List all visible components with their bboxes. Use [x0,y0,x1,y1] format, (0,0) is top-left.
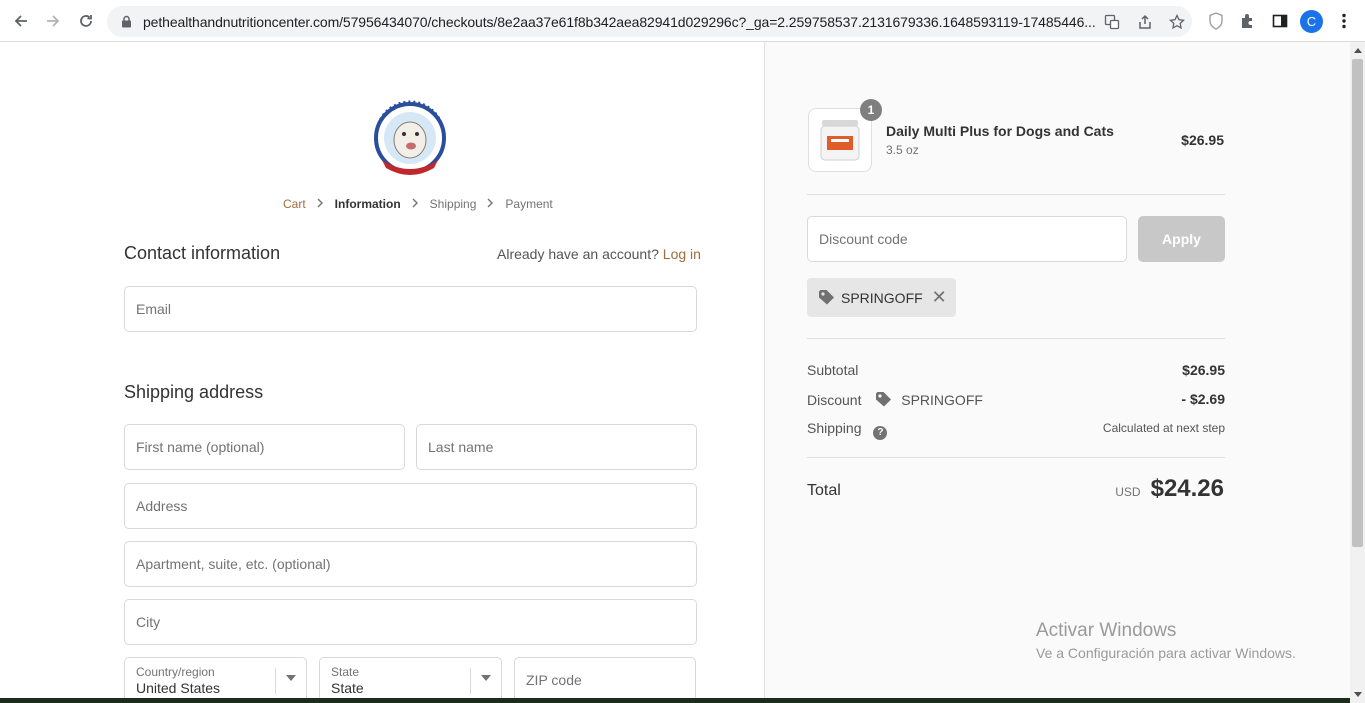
apartment-field[interactable]: Apartment, suite, etc. (optional) [124,541,697,587]
product-name: Daily Multi Plus for Dogs and Cats [886,123,1114,139]
discount-value: - $2.69 [1181,391,1225,407]
breadcrumb-cart[interactable]: Cart [283,197,306,211]
discount-code-placeholder: Discount code [819,231,908,247]
address-bar[interactable]: pethealthandnutritioncenter.com/57956434… [107,6,1192,37]
zip-code-field[interactable]: ZIP code [514,657,696,703]
total-amount: USD $24.26 [1115,475,1224,503]
city-field[interactable]: City [124,599,697,645]
forward-arrow-icon[interactable] [41,9,65,33]
applied-discount-tag: SPRINGOFF ✕ [807,278,956,317]
discount-code-input[interactable]: Discount code [807,216,1127,262]
state-select[interactable]: State State [319,657,502,703]
tag-icon [875,391,892,411]
apartment-placeholder: Apartment, suite, etc. (optional) [136,556,331,572]
scroll-up-arrow-icon[interactable] [1354,48,1362,53]
shipping-row: Shipping ? Calculated at next step [807,420,1225,440]
shipping-label: Shipping [807,420,862,436]
shield-extension-icon[interactable] [1205,10,1227,32]
subtotal-label: Subtotal [807,362,859,378]
chevron-right-icon [317,198,324,211]
city-placeholder: City [136,614,161,630]
tag-icon [818,289,835,306]
zip-code-placeholder: ZIP code [526,672,582,688]
apply-button[interactable]: Apply [1138,216,1225,262]
profile-avatar[interactable]: C [1300,10,1323,33]
url-text: pethealthandnutritioncenter.com/57956434… [143,13,1096,30]
login-link[interactable]: Log in [663,246,701,262]
translate-icon[interactable] [1102,12,1122,32]
first-name-placeholder: First name (optional) [136,439,265,455]
last-name-placeholder: Last name [428,439,494,455]
extensions-puzzle-icon[interactable] [1237,10,1259,32]
scroll-down-arrow-icon[interactable] [1354,692,1362,697]
subtotal-value: $26.95 [1182,362,1225,378]
remove-discount-close-icon[interactable]: ✕ [932,287,947,308]
country-select[interactable]: Country/region United States [124,657,307,703]
page-scrollbar[interactable] [1350,42,1365,703]
divider [807,457,1225,458]
product-variant: 3.5 oz [886,143,919,157]
lock-icon [119,15,133,29]
breadcrumb-information: Information [334,197,401,211]
subtotal-row: Subtotal $26.95 [807,362,1225,378]
state-label: State [331,665,360,679]
windows-activation-watermark: Activar Windows Ve a Configuración para … [1036,620,1296,661]
product-price: $26.95 [1181,132,1224,148]
scrollbar-thumb[interactable] [1352,59,1363,547]
email-placeholder: Email [136,301,172,317]
checkout-main: Cart Information Shipping Payment Contac… [0,42,764,703]
applied-discount-code: SPRINGOFF [841,289,923,306]
chevron-down-icon [481,675,491,681]
question-icon[interactable]: ? [873,425,888,440]
chevron-right-icon [412,198,419,211]
shipping-value: Calculated at next step [1102,421,1225,435]
chevron-right-icon [487,198,494,211]
store-logo[interactable] [360,94,460,178]
address-field[interactable]: Address [124,483,697,529]
discount-code-label: SPRINGOFF [901,392,983,408]
divider [807,194,1225,195]
taskbar-edge [0,698,1350,703]
discount-row: Discount SPRINGOFF - $2.69 [807,391,1225,411]
breadcrumb: Cart Information Shipping Payment [283,197,553,211]
breadcrumb-payment: Payment [505,197,553,211]
discount-label: Discount [807,392,862,408]
total-currency: USD [1115,485,1141,499]
browser-toolbar: pethealthandnutritioncenter.com/57956434… [0,0,1365,42]
quantity-badge: 1 [860,99,882,121]
account-prompt-text: Already have an account? [497,246,659,262]
total-value: $24.26 [1150,475,1224,502]
share-icon[interactable] [1135,12,1155,32]
back-arrow-icon[interactable] [9,9,33,33]
last-name-field[interactable]: Last name [416,424,697,470]
reload-icon[interactable] [74,9,98,33]
country-label: Country/region [136,665,215,679]
shipping-address-title: Shipping address [124,382,264,402]
address-placeholder: Address [136,498,188,514]
total-label: Total [807,482,841,499]
select-divider [275,668,276,694]
email-field[interactable]: Email [124,286,697,332]
account-prompt: Already have an account? Log in [497,246,701,262]
side-panel-icon[interactable] [1269,10,1291,32]
breadcrumb-shipping: Shipping [429,197,477,211]
country-value: United States [136,680,221,696]
order-summary: 1 Daily Multi Plus for Dogs and Cats 3.5… [764,42,1350,703]
contact-information-title: Contact information [124,243,281,263]
chevron-down-icon [286,675,296,681]
watermark-subtitle: Ve a Configuración para activar Windows. [1036,645,1296,661]
watermark-title: Activar Windows [1036,620,1177,641]
divider [807,338,1225,339]
state-value: State [331,680,364,696]
more-menu-icon[interactable] [1333,10,1355,32]
first-name-field[interactable]: First name (optional) [124,424,405,470]
bookmark-star-icon[interactable] [1167,12,1187,32]
select-divider [470,668,471,694]
